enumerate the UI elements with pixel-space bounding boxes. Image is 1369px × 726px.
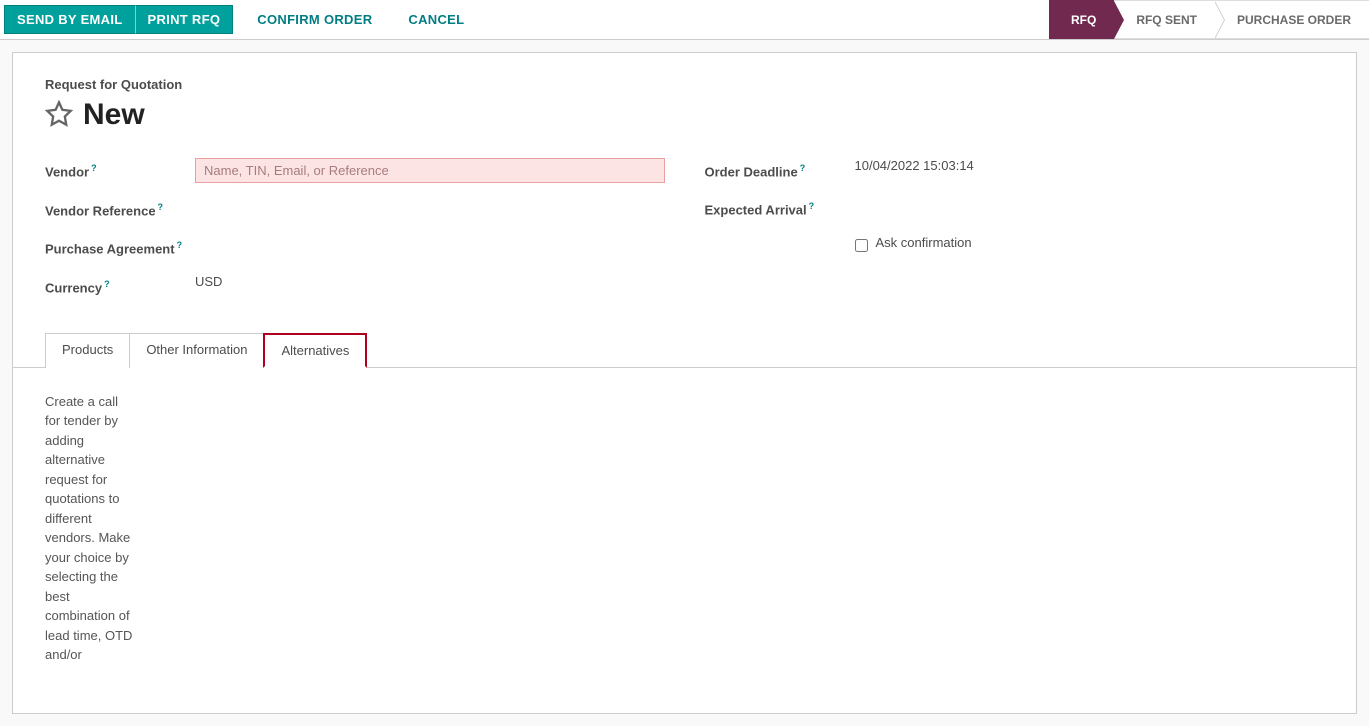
status-rfq[interactable]: RFQ: [1049, 0, 1114, 39]
vendor-input[interactable]: [195, 158, 665, 183]
star-icon[interactable]: [45, 100, 73, 131]
order-deadline-row: Order Deadline? 10/04/2022 15:03:14: [705, 158, 1325, 182]
form-header: Request for Quotation New: [45, 77, 1324, 132]
vendor-value: [195, 158, 665, 183]
alternatives-tab-content: Create a call for tender by adding alter…: [45, 368, 135, 689]
primary-button-group: SEND BY EMAIL PRINT RFQ: [4, 5, 233, 34]
ask-confirmation-wrap: Ask confirmation: [855, 235, 1325, 252]
toolbar-left: SEND BY EMAIL PRINT RFQ CONFIRM ORDER CA…: [0, 0, 476, 39]
order-deadline-label: Order Deadline?: [705, 158, 845, 182]
currency-row: Currency? USD: [45, 274, 665, 298]
status-rfq-sent[interactable]: RFQ SENT: [1114, 0, 1215, 39]
help-icon[interactable]: ?: [809, 201, 815, 211]
left-column: Vendor? Vendor Reference? Purchase Agree…: [45, 158, 665, 312]
help-icon[interactable]: ?: [104, 279, 110, 289]
tab-products[interactable]: Products: [45, 333, 130, 368]
expected-arrival-label: Expected Arrival?: [705, 196, 845, 220]
order-deadline-value[interactable]: 10/04/2022 15:03:14: [855, 158, 1325, 173]
purchase-agreement-label: Purchase Agreement?: [45, 235, 185, 259]
vendor-label-text: Vendor: [45, 164, 89, 179]
cancel-button[interactable]: CANCEL: [396, 6, 476, 33]
purchase-agreement-row: Purchase Agreement?: [45, 235, 665, 259]
form-columns: Vendor? Vendor Reference? Purchase Agree…: [45, 158, 1324, 312]
send-by-email-button[interactable]: SEND BY EMAIL: [4, 5, 136, 34]
print-rfq-button[interactable]: PRINT RFQ: [136, 5, 234, 34]
form-sheet: Request for Quotation New Vendor?: [12, 52, 1357, 714]
title-row: New: [45, 98, 1324, 132]
vendor-reference-row: Vendor Reference?: [45, 197, 665, 221]
confirm-order-button[interactable]: CONFIRM ORDER: [245, 6, 384, 33]
order-deadline-label-text: Order Deadline: [705, 164, 798, 179]
document-title: New: [83, 98, 145, 132]
status-purchase-order[interactable]: PURCHASE ORDER: [1215, 0, 1369, 39]
purchase-agreement-label-text: Purchase Agreement: [45, 242, 175, 257]
help-icon[interactable]: ?: [177, 240, 183, 250]
help-icon[interactable]: ?: [91, 163, 97, 173]
tab-alternatives[interactable]: Alternatives: [263, 333, 367, 368]
ask-confirmation-label: Ask confirmation: [876, 235, 972, 250]
tab-other-information[interactable]: Other Information: [129, 333, 264, 368]
right-column: Order Deadline? 10/04/2022 15:03:14 Expe…: [705, 158, 1325, 312]
form-subtitle: Request for Quotation: [45, 77, 1324, 92]
action-toolbar: SEND BY EMAIL PRINT RFQ CONFIRM ORDER CA…: [0, 0, 1369, 40]
currency-label: Currency?: [45, 274, 185, 298]
expected-arrival-label-text: Expected Arrival: [705, 203, 807, 218]
ask-confirmation-checkbox[interactable]: [855, 239, 868, 252]
help-icon[interactable]: ?: [800, 163, 806, 173]
vendor-reference-label-text: Vendor Reference: [45, 203, 156, 218]
vendor-row: Vendor?: [45, 158, 665, 183]
help-icon[interactable]: ?: [158, 202, 164, 212]
vendor-reference-label: Vendor Reference?: [45, 197, 185, 221]
status-bar: RFQ RFQ SENT PURCHASE ORDER: [1049, 0, 1369, 39]
vendor-label: Vendor?: [45, 158, 185, 182]
currency-value[interactable]: USD: [195, 274, 665, 289]
expected-arrival-row: Expected Arrival?: [705, 196, 1325, 220]
tabs-bar: Products Other Information Alternatives: [13, 332, 1356, 368]
ask-confirmation-row: Ask confirmation: [705, 235, 1325, 252]
sheet-wrapper: Request for Quotation New Vendor?: [0, 40, 1369, 726]
currency-label-text: Currency: [45, 280, 102, 295]
